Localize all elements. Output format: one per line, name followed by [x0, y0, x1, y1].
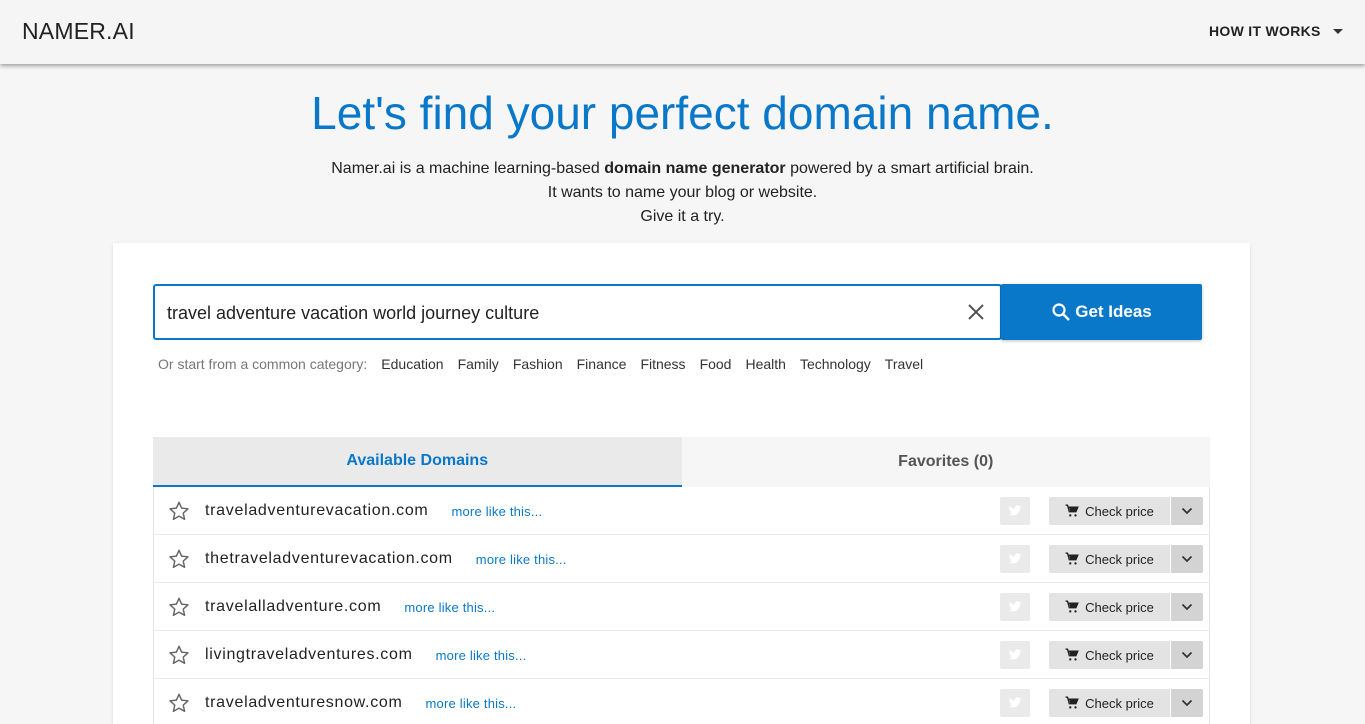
domain-text-group: travelalladventure.com more like this... [205, 583, 495, 631]
cart-icon [1065, 696, 1080, 709]
domain-row: thetraveladventurevacation.com more like… [154, 535, 1209, 583]
domain-text-group: traveladventurevacation.com more like th… [205, 487, 542, 535]
category-food[interactable]: Food [700, 356, 732, 372]
get-ideas-button[interactable]: Get Ideas [1001, 284, 1202, 340]
chevron-down-icon[interactable] [1171, 593, 1203, 621]
site-logo[interactable]: NAMER.AI [22, 18, 135, 45]
domain-row: livingtraveladventures.com more like thi… [154, 631, 1209, 679]
check-price-label: Check price [1085, 599, 1154, 615]
check-price-button[interactable]: Check price [1049, 689, 1170, 717]
cart-icon [1065, 504, 1080, 517]
check-price-button[interactable]: Check price [1049, 545, 1170, 573]
more-like-this-link[interactable]: more like this... [476, 552, 567, 567]
category-finance[interactable]: Finance [577, 356, 627, 372]
twitter-icon[interactable] [1000, 593, 1030, 621]
check-price-label: Check price [1085, 695, 1154, 711]
check-price-label: Check price [1085, 647, 1154, 663]
caret-down-icon [1332, 28, 1343, 34]
category-health[interactable]: Health [745, 356, 785, 372]
hero-description: Namer.ai is a machine learning-based dom… [0, 157, 1365, 229]
chevron-down-icon[interactable] [1171, 545, 1203, 573]
how-it-works-label: HOW IT WORKS [1209, 23, 1321, 39]
star-outline-icon[interactable] [168, 596, 190, 618]
domain-name[interactable]: thetraveladventurevacation.com [205, 550, 453, 568]
category-travel[interactable]: Travel [885, 356, 923, 372]
check-price-label: Check price [1085, 551, 1154, 567]
domain-row: travelalladventure.com more like this...… [154, 583, 1209, 631]
twitter-icon[interactable] [1000, 689, 1030, 717]
get-ideas-label: Get Ideas [1075, 302, 1152, 321]
category-list: Or start from a common category: Educati… [158, 356, 937, 372]
hero-line-2: It wants to name your blog or website. [547, 184, 818, 201]
check-price-label: Check price [1085, 503, 1154, 519]
category-education[interactable]: Education [381, 356, 443, 372]
domain-row: traveladventurevacation.com more like th… [154, 487, 1209, 535]
twitter-icon[interactable] [1000, 641, 1030, 669]
domain-name[interactable]: livingtraveladventures.com [205, 646, 413, 664]
twitter-icon[interactable] [1000, 545, 1030, 573]
hero-line-3: Give it a try. [640, 208, 725, 225]
check-price-button[interactable]: Check price [1049, 641, 1170, 669]
chevron-down-icon[interactable] [1171, 689, 1203, 717]
check-price-button[interactable]: Check price [1049, 497, 1170, 525]
cart-icon [1065, 552, 1080, 565]
cart-icon [1065, 600, 1080, 613]
category-label: Or start from a common category: [158, 356, 368, 372]
top-navbar: NAMER.AI HOW IT WORKS [0, 0, 1365, 64]
chevron-down-icon[interactable] [1171, 641, 1203, 669]
search-icon [1052, 303, 1071, 321]
cart-icon [1065, 648, 1080, 661]
category-family[interactable]: Family [458, 356, 499, 372]
domain-name[interactable]: traveladventurevacation.com [205, 502, 428, 520]
domain-text-group: thetraveladventurevacation.com more like… [205, 535, 567, 583]
domain-name[interactable]: traveladventuresnow.com [205, 694, 403, 712]
chevron-down-icon[interactable] [1171, 497, 1203, 525]
more-like-this-link[interactable]: more like this... [436, 648, 527, 663]
star-outline-icon[interactable] [168, 644, 190, 666]
hero-title: Let's find your perfect domain name. [311, 87, 1054, 139]
close-icon[interactable] [966, 302, 986, 322]
more-like-this-link[interactable]: more like this... [451, 504, 542, 519]
domain-results-list: traveladventurevacation.com more like th… [153, 487, 1210, 724]
more-like-this-link[interactable]: more like this... [404, 600, 495, 615]
category-technology[interactable]: Technology [800, 356, 871, 372]
tab-available-domains[interactable]: Available Domains [153, 437, 682, 487]
search-input-value: travel adventure vacation world journey … [167, 303, 540, 323]
tab-favorites[interactable]: Favorites (0) [681, 437, 1210, 487]
more-like-this-link[interactable]: more like this... [426, 696, 517, 711]
how-it-works-menu[interactable]: HOW IT WORKS [1209, 23, 1343, 39]
search-input[interactable]: travel adventure vacation world journey … [153, 284, 1002, 340]
domain-name[interactable]: travelalladventure.com [205, 598, 381, 616]
domain-text-group: traveladventuresnow.com more like this..… [205, 679, 516, 724]
results-tabs: Available Domains Favorites (0) [153, 437, 1210, 487]
domain-row: traveladventuresnow.com more like this..… [154, 679, 1209, 724]
category-fitness[interactable]: Fitness [640, 356, 685, 372]
star-outline-icon[interactable] [168, 548, 190, 570]
domain-text-group: livingtraveladventures.com more like thi… [205, 631, 526, 679]
twitter-icon[interactable] [1000, 497, 1030, 525]
star-outline-icon[interactable] [168, 692, 190, 714]
hero-line-1: Namer.ai is a machine learning-based dom… [331, 160, 1034, 177]
star-outline-icon[interactable] [168, 500, 190, 522]
check-price-button[interactable]: Check price [1049, 593, 1170, 621]
category-fashion[interactable]: Fashion [513, 356, 563, 372]
